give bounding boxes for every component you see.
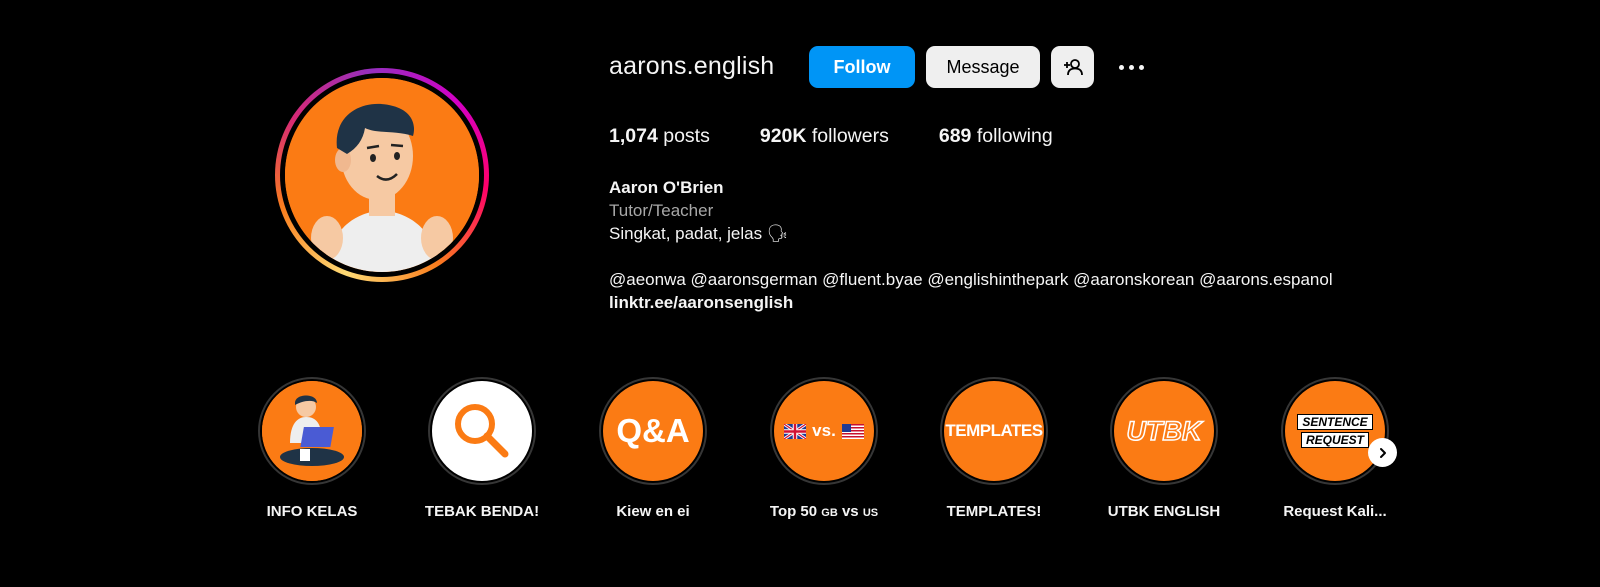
profile-page: aarons.english Follow Message 1,074 post… <box>0 0 1600 587</box>
highlight-tebak-benda[interactable]: TEBAK BENDA! <box>414 377 550 520</box>
more-options-icon[interactable] <box>1114 52 1148 82</box>
avatar-gap <box>280 73 484 277</box>
label-gb: GB <box>821 507 838 519</box>
cover-line-2: REQUEST <box>1300 432 1369 448</box>
profile-username: aarons.english <box>609 52 775 80</box>
mention-link[interactable]: @fluent.byae <box>822 270 922 289</box>
label-main: Top 50 <box>769 503 822 520</box>
message-button[interactable]: Message <box>926 46 1040 88</box>
mention-link[interactable]: @aarons.espanol <box>1199 270 1333 289</box>
story-highlights: INFO KELAS TEBAK BENDA! Q&A Kiew en ei v… <box>244 377 1404 527</box>
versus-text: vs. <box>812 421 836 440</box>
followers-count[interactable]: 920K followers <box>760 125 889 148</box>
profile-avatar-story-ring[interactable] <box>275 68 489 282</box>
highlight-label: Kiew en ei <box>616 503 690 520</box>
highlight-label: INFO KELAS <box>266 503 358 520</box>
highlight-label: TEBAK BENDA! <box>424 503 540 520</box>
follow-button[interactable]: Follow <box>809 46 915 88</box>
label-mid: vs <box>837 503 863 520</box>
bio-external-link[interactable]: linktr.ee/aaronsenglish <box>609 291 1333 314</box>
highlight-ring <box>258 377 366 485</box>
highlight-cover-text: TEMPLATES <box>945 421 1043 440</box>
highlight-cover: vs. <box>774 381 874 481</box>
highlight-cover: Q&A <box>603 381 703 481</box>
mention-link[interactable]: @aaronskorean <box>1073 270 1194 289</box>
dot <box>1118 64 1124 70</box>
followers-number: 920K <box>759 125 807 147</box>
profile-stats: 1,074 posts 920K followers 689 following <box>609 125 1053 148</box>
magnifier-icon <box>455 404 509 458</box>
profile-category: Tutor/Teacher <box>609 201 714 220</box>
posts-number: 1,074 <box>609 125 658 147</box>
highlight-cover: SENTENCE REQUEST <box>1285 381 1385 481</box>
bio-tagline: Singkat, padat, jelas 🗣 <box>609 224 789 243</box>
following-number: 689 <box>938 125 972 147</box>
mention-link[interactable]: @aaronsgerman <box>691 270 818 289</box>
dot <box>1138 64 1144 70</box>
highlight-ring: UTBK <box>1110 377 1218 485</box>
highlight-ring: vs. <box>770 377 878 485</box>
bio-spacer <box>609 245 1333 268</box>
sentence-request-badge: SENTENCE REQUEST <box>1297 414 1373 448</box>
mention-link[interactable]: @aeonwa <box>609 270 686 289</box>
highlight-cover: TEMPLATES <box>944 381 1044 481</box>
us-flag-icon <box>841 423 864 439</box>
posts-count[interactable]: 1,074 posts <box>609 125 710 148</box>
display-name: Aaron O'Brien <box>609 178 724 197</box>
mention-link[interactable]: @englishinthepark <box>927 270 1068 289</box>
bio-mentions: @aeonwa @aaronsgerman @fluent.byae @engl… <box>609 268 1333 291</box>
highlight-label: TEMPLATES! <box>946 503 1042 520</box>
highlight-info-kelas[interactable]: INFO KELAS <box>244 377 380 520</box>
highlight-cover: UTBK <box>1114 381 1214 481</box>
posts-label: posts <box>663 125 710 147</box>
highlight-label: Top 50 GB vs US <box>770 503 878 520</box>
highlight-ring: Q&A <box>599 377 707 485</box>
highlight-ring <box>428 377 536 485</box>
avatar <box>285 78 479 272</box>
highlight-label: UTBK ENGLISH <box>1107 503 1221 520</box>
suggested-accounts-button[interactable] <box>1051 46 1094 88</box>
followers-label: followers <box>811 125 889 147</box>
highlight-cover <box>262 381 362 481</box>
highlight-cover <box>432 381 532 481</box>
highlight-ring: TEMPLATES <box>940 377 1048 485</box>
profile-bio: Aaron O'Brien Tutor/Teacher Singkat, pad… <box>609 176 1333 314</box>
flags-versus: vs. <box>784 421 864 441</box>
highlight-top-50[interactable]: vs. Top 50 GB vs US <box>756 377 892 520</box>
uk-flag-icon <box>784 423 807 439</box>
following-count[interactable]: 689 following <box>939 125 1053 148</box>
person-laptop-icon <box>262 381 362 481</box>
highlight-cover-text: Q&A <box>616 412 690 449</box>
cover-line-1: SENTENCE <box>1297 414 1373 430</box>
label-us: US <box>862 507 879 519</box>
highlights-next-button[interactable] <box>1368 438 1397 467</box>
following-label: following <box>976 125 1053 147</box>
dot <box>1128 64 1134 70</box>
chevron-right-icon <box>1379 447 1386 458</box>
add-person-icon <box>1063 59 1083 76</box>
highlight-utbk[interactable]: UTBK UTBK ENGLISH <box>1096 377 1232 520</box>
highlight-kiew-en-ei[interactable]: Q&A Kiew en ei <box>585 377 721 520</box>
highlight-ring: SENTENCE REQUEST <box>1281 377 1389 485</box>
highlight-label: Request Kali... <box>1283 503 1387 520</box>
highlight-cover-text: UTBK <box>1126 415 1203 447</box>
avatar-illustration <box>285 78 479 272</box>
highlight-templates[interactable]: TEMPLATES TEMPLATES! <box>926 377 1062 520</box>
